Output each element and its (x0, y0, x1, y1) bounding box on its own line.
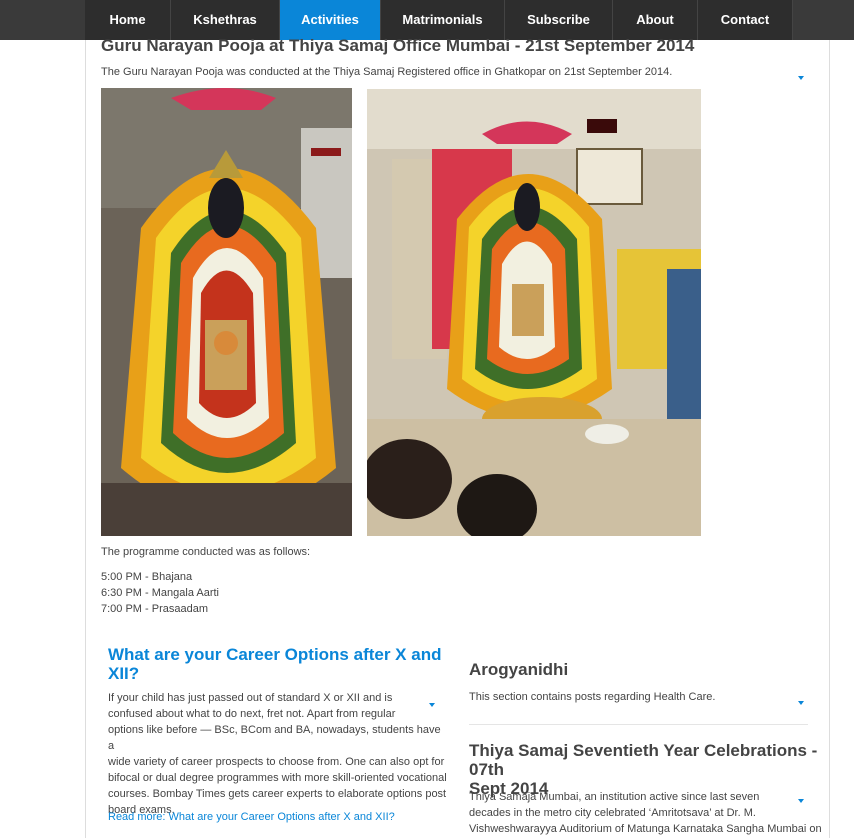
chevron-down-icon[interactable] (798, 701, 804, 705)
arogyanidhi-title[interactable]: Arogyanidhi (469, 660, 568, 679)
chevron-down-icon[interactable] (798, 76, 804, 80)
top-navbar: Home Kshethras Activities Matrimonials S… (0, 0, 854, 40)
celebrations-body-line: Vishweshwarayya Auditorium of Matunga Ka… (469, 823, 822, 835)
nav-matrimonials[interactable]: Matrimonials (381, 0, 505, 40)
nav-contact[interactable]: Contact (698, 0, 793, 40)
post-title: Guru Narayan Pooja at Thiya Samaj Office… (101, 36, 695, 55)
schedule-item: 6:30 PM - Mangala Aarti (101, 587, 220, 599)
nav-kshethras[interactable]: Kshethras (171, 0, 280, 40)
celebrations-title-line1: Thiya Samaj Seventieth Year Celebrations… (469, 741, 818, 779)
schedule-item: 5:00 PM - Bhajana (101, 571, 193, 583)
career-body-line: options like before — BSc, BCom and BA, … (108, 724, 441, 752)
career-title[interactable]: What are your Career Options after X and… (108, 645, 441, 683)
celebrations-body-line: decades in the metro city celebrated ‘Am… (469, 807, 756, 819)
celebrations-body: Thiya Samaja Mumbai, an institution acti… (469, 789, 822, 837)
pooja-photo-left-image (101, 88, 352, 536)
career-body-line: courses. Bombay Times gets career expert… (108, 788, 447, 800)
pooja-photo-right (367, 89, 701, 536)
navbar-left-filler (0, 0, 85, 40)
page: Home Kshethras Activities Matrimonials S… (0, 0, 854, 838)
career-read-more-link[interactable]: Read more: What are your Career Options … (108, 811, 395, 823)
arogyanidhi-body: This section contains posts regarding He… (469, 691, 716, 703)
post-intro: The Guru Narayan Pooja was conducted at … (101, 66, 673, 78)
career-title-line2: XII? (108, 664, 140, 683)
career-body-line: If your child has just passed out of sta… (108, 692, 393, 704)
schedule-intro: The programme conducted was as follows: (101, 546, 311, 558)
pooja-photo-right-image (367, 89, 701, 536)
career-body: If your child has just passed out of sta… (108, 690, 448, 818)
celebrations-body-line: Thiya Samaja Mumbai, an institution acti… (469, 791, 760, 803)
section-divider (469, 724, 808, 725)
main-nav: Home Kshethras Activities Matrimonials S… (85, 0, 793, 40)
pooja-photo-left (101, 88, 352, 536)
career-body-line: bifocal or dual degree programmes with m… (108, 772, 447, 784)
nav-activities[interactable]: Activities (280, 0, 381, 40)
career-title-line1: What are your Career Options after X and (108, 645, 442, 664)
career-body-line: wide variety of career prospects to choo… (108, 756, 445, 768)
career-body-line: confused about what to do next, fret not… (108, 708, 396, 720)
schedule-item: 7:00 PM - Prasaadam (101, 603, 208, 615)
nav-subscribe[interactable]: Subscribe (505, 0, 613, 40)
schedule-list: 5:00 PM - Bhajana 6:30 PM - Mangala Aart… (101, 569, 219, 617)
nav-about[interactable]: About (613, 0, 698, 40)
nav-home[interactable]: Home (85, 0, 171, 40)
navbar-right-filler (793, 0, 854, 40)
